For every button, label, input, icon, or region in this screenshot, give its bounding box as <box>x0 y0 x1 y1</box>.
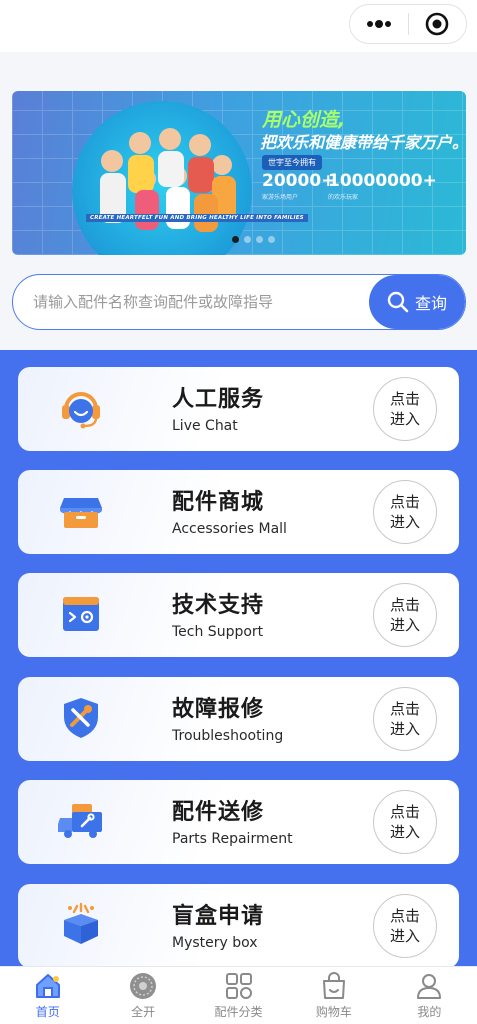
home-icon <box>33 971 63 1001</box>
user-icon <box>414 971 444 1001</box>
service-subtitle: Mystery box <box>172 935 258 951</box>
repair-truck-icon <box>58 798 104 844</box>
customer-service-icon <box>58 385 104 431</box>
more-dots-icon[interactable] <box>350 5 408 43</box>
category-grid-icon <box>224 971 254 1001</box>
carousel-dot[interactable] <box>244 236 251 243</box>
shopping-bag-icon <box>319 971 349 1001</box>
carousel-dot[interactable] <box>256 236 263 243</box>
tab-label: 配件分类 <box>214 1005 263 1019</box>
search-bar: 查询 <box>12 274 466 330</box>
tab-home[interactable]: 首页 <box>0 967 95 1024</box>
carousel-indicator <box>232 236 275 243</box>
banner-slogan-line2: 把欢乐和健康带给千家万户。 <box>260 133 466 152</box>
promo-banner[interactable]: 用心创造, 把欢乐和健康带给千家万户。 世宇至今拥有 20000+ 100000… <box>12 91 466 255</box>
service-subtitle: Live Chat <box>172 418 238 434</box>
tab-category[interactable]: 配件分类 <box>191 967 286 1024</box>
bottom-tab-bar: 首页 全开 配件分类 购物车 我的 <box>0 966 477 1024</box>
tab-label: 购物车 <box>315 1005 352 1019</box>
service-title: 人工服务 <box>172 387 265 412</box>
tab-cart[interactable]: 购物车 <box>286 967 381 1024</box>
search-input[interactable] <box>13 275 371 329</box>
enter-button[interactable]: 点击进入 <box>373 894 437 958</box>
mystery-box-icon <box>58 902 104 948</box>
enter-button[interactable]: 点击进入 <box>373 480 437 544</box>
shield-tools-icon <box>58 695 104 741</box>
tab-label: 全开 <box>131 1005 156 1019</box>
banner-stat2-value: 10000000+ <box>328 171 437 191</box>
banner-stat1-value: 20000+ <box>262 171 336 191</box>
tab-label: 首页 <box>35 1005 60 1019</box>
service-title: 配件送修 <box>172 800 265 825</box>
logo-badge-icon <box>128 971 158 1001</box>
service-subtitle: Parts Repairment <box>172 831 293 847</box>
service-title: 盲盒申请 <box>172 904 265 929</box>
service-card-accessories-mall[interactable]: 配件商城 Accessories Mall 点击进入 <box>18 470 459 554</box>
store-icon <box>58 488 104 534</box>
enter-button[interactable]: 点击进入 <box>373 583 437 647</box>
service-subtitle: Troubleshooting <box>172 728 284 744</box>
tab-label: 我的 <box>417 1005 442 1019</box>
target-icon[interactable] <box>409 5 467 43</box>
service-card-live-chat[interactable]: 人工服务 Live Chat 点击进入 <box>18 367 459 451</box>
search-button[interactable]: 查询 <box>369 275 465 329</box>
banner-stat1-label: 家游乐场用户 <box>262 194 299 201</box>
carousel-dot[interactable] <box>268 236 275 243</box>
service-panel: 人工服务 Live Chat 点击进入 配件商城 Accessories Mal… <box>0 350 477 968</box>
banner-stat-title: 世宇至今拥有 <box>262 155 322 170</box>
mini-program-capsule <box>349 4 467 44</box>
service-card-mystery-box[interactable]: 盲盒申请 Mystery box 点击进入 <box>18 884 459 968</box>
top-bar <box>0 0 477 52</box>
enter-button[interactable]: 点击进入 <box>373 687 437 751</box>
service-subtitle: Tech Support <box>172 624 264 640</box>
search-icon <box>387 291 409 313</box>
service-title: 技术支持 <box>172 593 265 618</box>
enter-button[interactable]: 点击进入 <box>373 790 437 854</box>
carousel-dot[interactable] <box>232 236 239 243</box>
enter-button[interactable]: 点击进入 <box>373 377 437 441</box>
service-card-parts-repairment[interactable]: 配件送修 Parts Repairment 点击进入 <box>18 780 459 864</box>
app-page: 用心创造, 把欢乐和健康带给千家万户。 世宇至今拥有 20000+ 100000… <box>0 0 477 1024</box>
service-subtitle: Accessories Mall <box>172 521 287 537</box>
service-card-troubleshooting[interactable]: 故障报修 Troubleshooting 点击进入 <box>18 677 459 761</box>
tab-quankai[interactable]: 全开 <box>95 967 190 1024</box>
tab-profile[interactable]: 我的 <box>382 967 477 1024</box>
service-title: 故障报修 <box>172 697 265 722</box>
family-photo-icon <box>100 128 236 232</box>
search-button-label: 查询 <box>414 294 447 313</box>
service-card-tech-support[interactable]: 技术支持 Tech Support 点击进入 <box>18 573 459 657</box>
banner-tagline: CREATE HEARTFELT FUN AND BRING HEALTHY L… <box>86 214 308 222</box>
banner-slogan-line1: 用心创造, <box>262 109 346 131</box>
banner-stat2-label: 的欢乐玩家 <box>328 194 359 201</box>
terminal-gear-icon <box>58 591 104 637</box>
service-title: 配件商城 <box>172 490 265 515</box>
